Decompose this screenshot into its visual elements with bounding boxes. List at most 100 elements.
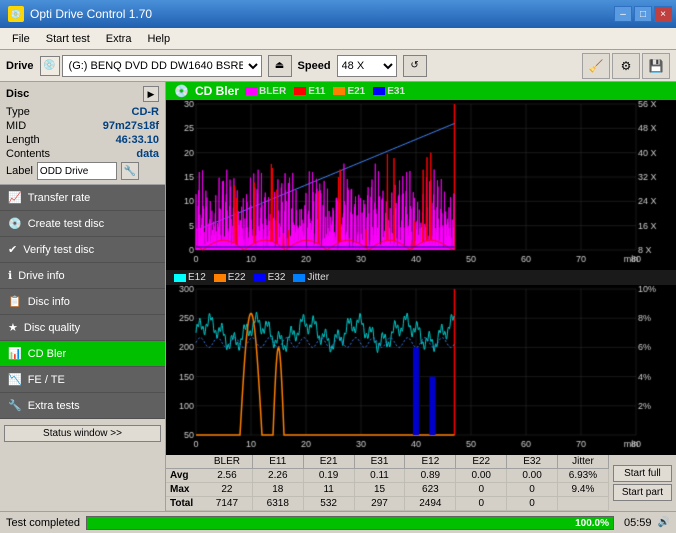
stats-total-e32: 0 (507, 497, 558, 510)
sidebar-item-cd-bler[interactable]: 📊 CD Bler (0, 341, 165, 367)
chart2-canvas (166, 285, 676, 455)
disc-length-value: 46:33.10 (116, 134, 159, 146)
stats-avg-row: Avg 2.56 2.26 0.19 0.11 0.89 0.00 0.00 6… (166, 469, 609, 483)
stats-total-row: Total 7147 6318 532 297 2494 0 0 (166, 497, 609, 511)
stats-header-e21: E21 (304, 455, 355, 468)
verify-test-disc-icon: ✔ (8, 243, 17, 256)
speed-label: Speed (298, 60, 331, 72)
menu-extra[interactable]: Extra (98, 31, 140, 47)
status-text: Test completed (6, 517, 80, 529)
sidebar-item-verify-test-disc[interactable]: ✔ Verify test disc (0, 237, 165, 263)
minimize-button[interactable]: – (614, 6, 632, 22)
progress-percent: 100.0% (575, 517, 609, 531)
legend-e21: E21 (333, 86, 365, 97)
disc-type-label: Type (6, 106, 30, 118)
stats-max-e31: 15 (355, 483, 406, 496)
stats-total-jitter (558, 497, 609, 510)
start-part-button[interactable]: Start part (613, 484, 672, 501)
close-button[interactable]: × (654, 6, 672, 22)
stats-max-row: Max 22 18 11 15 623 0 0 9.4% (166, 483, 609, 497)
drive-info-icon: ℹ (8, 269, 12, 282)
menu-help[interactable]: Help (139, 31, 178, 47)
legend-bler-label: BLER (259, 86, 286, 97)
legend-e11: E11 (294, 86, 325, 97)
disc-mid-label: MID (6, 120, 26, 132)
disc-arrow-button[interactable]: ▶ (143, 86, 159, 102)
right-panel: 💿 CD Bler BLER E11 E21 (166, 82, 676, 511)
chart-title-text: CD Bler (195, 84, 239, 98)
legend-e12-label: E12 (188, 272, 206, 283)
status-window-button[interactable]: Status window >> (4, 425, 161, 442)
stats-total-e12: 2494 (405, 497, 456, 510)
stats-max-e22: 0 (456, 483, 507, 496)
refresh-button[interactable]: ↺ (403, 55, 427, 77)
speed-select[interactable]: 48 X (337, 55, 397, 77)
settings-icon-button[interactable]: ⚙ (612, 53, 640, 79)
title-bar: 💿 Opti Drive Control 1.70 – □ × (0, 0, 676, 28)
left-panel: Disc ▶ Type CD-R MID 97m27s18f Length 46… (0, 82, 166, 511)
disc-info-section: Disc ▶ Type CD-R MID 97m27s18f Length 46… (0, 82, 165, 185)
disc-label-input[interactable] (37, 162, 117, 180)
cd-bler-icon: 📊 (8, 347, 22, 360)
legend-e31-color (373, 87, 385, 95)
legend-e12: E12 (174, 272, 206, 283)
disc-length-row: Length 46:33.10 (6, 134, 159, 146)
save-icon-button[interactable]: 💾 (642, 53, 670, 79)
stats-header-e12: E12 (405, 455, 456, 468)
legend-e32-label: E32 (268, 272, 286, 283)
stats-header-e22: E22 (456, 455, 507, 468)
legend-e12-color (174, 274, 186, 282)
stats-total-label: Total (166, 497, 202, 510)
sidebar-item-disc-info[interactable]: 📋 Disc info (0, 289, 165, 315)
sidebar-item-drive-info[interactable]: ℹ Drive info (0, 263, 165, 289)
menu-file[interactable]: File (4, 31, 38, 47)
stats-header-jitter: Jitter (558, 455, 609, 468)
legend-e32-color (254, 274, 266, 282)
clear-icon-button[interactable]: 🧹 (582, 53, 610, 79)
legend-jitter: Jitter (293, 272, 329, 283)
legend-e32: E32 (254, 272, 286, 283)
chart1-canvas (166, 100, 676, 270)
status-window-section: Status window >> (0, 419, 165, 446)
stats-header-e11: E11 (253, 455, 304, 468)
stats-avg-e22: 0.00 (456, 469, 507, 482)
drive-label: Drive (6, 60, 34, 72)
start-buttons: Start full Start part (609, 455, 676, 511)
disc-contents-value: data (136, 148, 159, 160)
legend-e22-label: E22 (228, 272, 246, 283)
nav-items: 📈 Transfer rate 💿 Create test disc ✔ Ver… (0, 185, 165, 419)
legend-jitter-label: Jitter (307, 272, 329, 283)
label-icon-button[interactable]: 🔧 (121, 162, 139, 180)
stats-max-label: Max (166, 483, 202, 496)
status-bar: Test completed 100.0% 05:59 🔊 (0, 511, 676, 533)
extra-tests-icon: 🔧 (8, 399, 22, 412)
stats-max-e21: 11 (304, 483, 355, 496)
stats-avg-e32: 0.00 (507, 469, 558, 482)
drive-icon: 💿 (40, 56, 60, 76)
sidebar-item-create-test-disc[interactable]: 💿 Create test disc (0, 211, 165, 237)
legend-e31-label: E31 (387, 86, 405, 97)
eject-button[interactable]: ⏏ (268, 55, 292, 77)
stats-max-bler: 22 (202, 483, 253, 496)
stats-avg-e31: 0.11 (355, 469, 406, 482)
stats-section: BLER E11 E21 E31 E12 E22 E32 Jitter Avg (166, 455, 676, 511)
drive-select[interactable]: (G:) BENQ DVD DD DW1640 BSRB (62, 55, 262, 77)
sidebar-item-disc-quality[interactable]: ★ Disc quality (0, 315, 165, 341)
menu-bar: File Start test Extra Help (0, 28, 676, 50)
disc-type-row: Type CD-R (6, 106, 159, 118)
chart-cd-icon: 💿 (174, 84, 189, 98)
sidebar-item-transfer-rate[interactable]: 📈 Transfer rate (0, 185, 165, 211)
disc-length-label: Length (6, 134, 40, 146)
sidebar-item-fe-te[interactable]: 📉 FE / TE (0, 367, 165, 393)
maximize-button[interactable]: □ (634, 6, 652, 22)
progress-bar-fill (87, 517, 613, 529)
stats-avg-jitter: 6.93% (558, 469, 609, 482)
sidebar-item-extra-tests[interactable]: 🔧 Extra tests (0, 393, 165, 419)
start-full-button[interactable]: Start full (613, 465, 672, 482)
legend-e31: E31 (373, 86, 405, 97)
menu-start-test[interactable]: Start test (38, 31, 98, 47)
disc-contents-row: Contents data (6, 148, 159, 160)
stats-header-row: BLER E11 E21 E31 E12 E22 E32 Jitter (166, 455, 609, 469)
app-icon: 💿 (8, 6, 24, 22)
drive-bar: Drive 💿 (G:) BENQ DVD DD DW1640 BSRB ⏏ S… (0, 50, 676, 82)
